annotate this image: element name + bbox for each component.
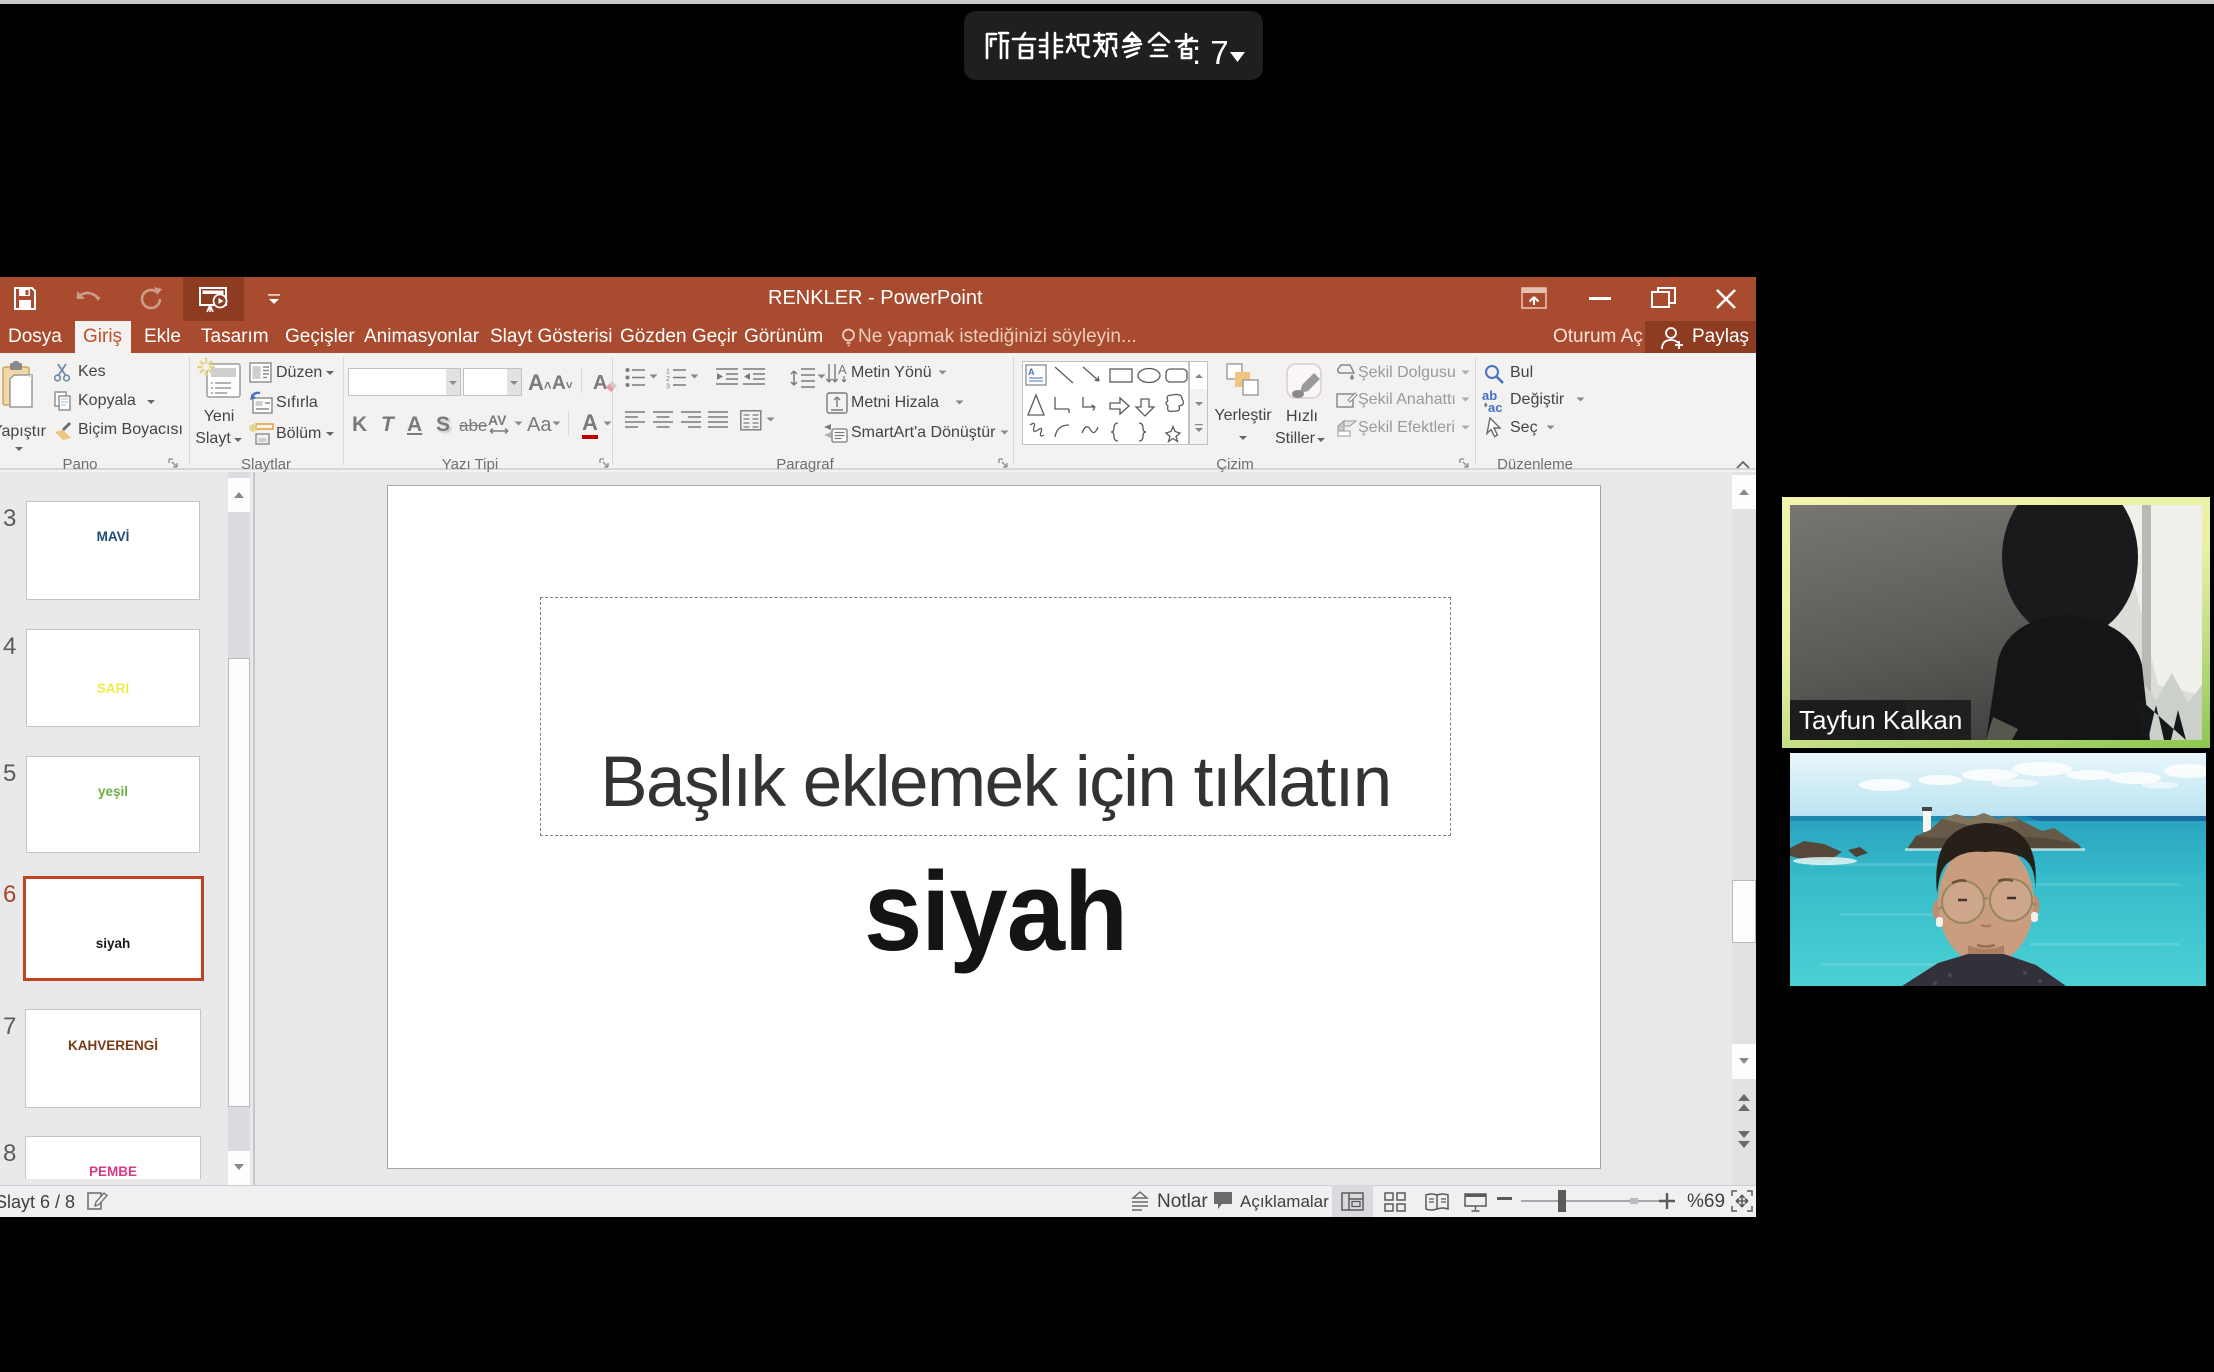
svg-text:3: 3 <box>666 384 670 390</box>
svg-text:ac: ac <box>1488 400 1502 413</box>
svg-text:A: A <box>838 362 847 377</box>
svg-text:A: A <box>1028 367 1035 377</box>
svg-text:: 7: : 7 <box>1192 34 1229 71</box>
svg-text:2: 2 <box>666 376 670 383</box>
svg-text:AV: AV <box>488 413 507 428</box>
svg-text:1: 1 <box>666 369 670 376</box>
